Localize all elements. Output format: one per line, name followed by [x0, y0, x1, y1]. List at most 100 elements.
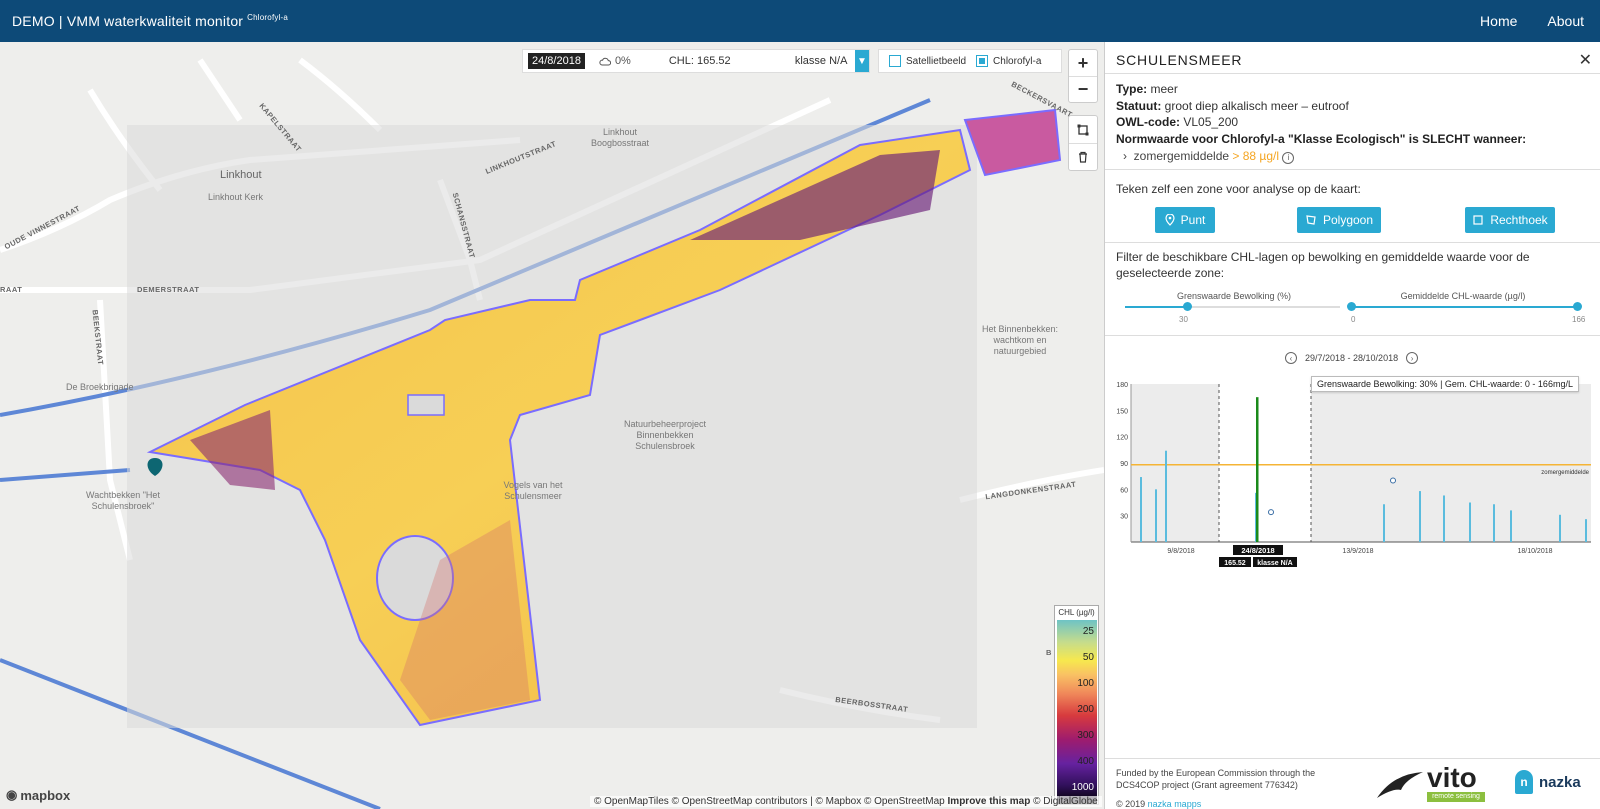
vito-logo[interactable]: vito remote sensing: [1375, 762, 1485, 804]
legend-tick: 200: [1077, 704, 1094, 715]
chart-bar: [1559, 514, 1561, 542]
selected-value-label: 165.52: [1224, 560, 1246, 567]
y-tick-label: 120: [1116, 435, 1128, 442]
copyright-text: © 2019: [1116, 799, 1146, 809]
divider: [1105, 73, 1600, 74]
nazka-mapps-link[interactable]: nazka mapps: [1148, 799, 1202, 809]
slider-chl-min: 0: [1351, 315, 1356, 324]
slider-cloud[interactable]: [1125, 302, 1340, 311]
zoom-control: + −: [1068, 49, 1098, 103]
norm-item[interactable]: › zomergemiddelde > 88 µg/l i: [1123, 149, 1295, 164]
chl-value: CHL: 165.52: [668, 55, 731, 67]
statuut-row: Statuut: groot diep alkalisch meer – eut…: [1116, 99, 1349, 113]
chart-point: [1268, 509, 1274, 516]
draw-rectangle-panel-button[interactable]: Rechthoek: [1465, 207, 1555, 233]
layer-info-bar[interactable]: 24/8/2018 0% CHL: 165.52 klasse N/A ▼: [522, 49, 870, 73]
norm-item-value: > 88 µg/l: [1232, 149, 1280, 163]
nav-home[interactable]: Home: [1480, 13, 1517, 29]
nav-about[interactable]: About: [1547, 13, 1584, 29]
zoom-in-button[interactable]: +: [1069, 50, 1097, 76]
slider-chl-min-handle[interactable]: [1347, 302, 1356, 311]
mapbox-icon: ◉: [6, 787, 18, 802]
chart-bar: [1469, 502, 1471, 542]
norm-title: Normwaarde voor Chlorofyl-a "Klasse Ecol…: [1116, 132, 1527, 146]
mapbox-text: mapbox: [20, 787, 71, 803]
chart-bar: [1155, 489, 1157, 542]
toggle-chlorofyl-label: Chlorofyl-a: [993, 55, 1042, 67]
draw-polygon-label: Polygoon: [1322, 213, 1374, 227]
map-canvas[interactable]: Linkhout Linkhout Kerk Linkhout Boogboss…: [0, 42, 1104, 809]
label-b: B: [1046, 648, 1052, 657]
vito-text: vito: [1427, 762, 1477, 793]
copyright: © 2019 nazka mapps: [1116, 799, 1201, 809]
label-linkhout: Linkhout: [220, 169, 262, 181]
selected-bar: [1256, 397, 1259, 542]
main-nav: Home About: [1480, 0, 1600, 42]
improve-map-link[interactable]: Improve this map: [948, 796, 1031, 807]
legend-tick: 50: [1082, 652, 1094, 663]
y-tick-label: 60: [1120, 487, 1128, 494]
delete-button[interactable]: [1069, 143, 1097, 170]
draw-point-button[interactable]: Punt: [1155, 207, 1215, 233]
chart-bar: [1493, 504, 1495, 542]
divider: [1105, 242, 1600, 243]
label-raat: RAAT: [0, 285, 23, 294]
legend-tick: 100: [1077, 678, 1094, 689]
chart-bar: [1510, 510, 1512, 542]
norm-item-label: zomergemiddelde: [1133, 149, 1230, 163]
chevron-left-icon[interactable]: ‹: [1285, 352, 1297, 364]
draw-polygon-button[interactable]: Polygoon: [1297, 207, 1381, 233]
label-binnenbekken: Het Binnenbekken: wachtkom en natuurgebi…: [981, 324, 1059, 356]
filter-text: Filter de beschikbare CHL-lagen op bewol…: [1116, 250, 1530, 280]
checkbox-satellietbeeld[interactable]: [889, 55, 901, 67]
app-title-text: DEMO | VMM waterkwaliteit monitor: [12, 13, 244, 29]
cloud-value: 0%: [614, 55, 631, 67]
attribution-rest: © DigitalGlobe: [1033, 796, 1098, 807]
chart-bar: [1585, 519, 1587, 542]
draw-square-icon: [1077, 124, 1089, 135]
close-icon[interactable]: ✕: [1579, 50, 1592, 70]
zoom-out-button[interactable]: −: [1069, 76, 1097, 102]
info-icon[interactable]: i: [1282, 151, 1295, 164]
toggle-chlorofyl[interactable]: Chlorofyl-a: [976, 55, 1041, 67]
draw-rectangle-label: Rechthoek: [1490, 213, 1548, 227]
y-tick-label: 180: [1116, 382, 1128, 389]
chevron-down-icon[interactable]: ▼: [855, 50, 869, 72]
polygon-icon: [1306, 215, 1316, 225]
date-range-text: 29/7/2018 - 28/10/2018: [1305, 353, 1399, 363]
y-tick-label: 90: [1120, 461, 1128, 468]
toggle-satellietbeeld[interactable]: Satellietbeeld: [889, 55, 966, 67]
chevron-right-icon[interactable]: ›: [1406, 352, 1419, 364]
cloud-icon: [599, 57, 611, 65]
map-pin-icon: [1165, 214, 1175, 226]
chart-bar: [1383, 504, 1385, 542]
slider-chl[interactable]: [1347, 302, 1582, 311]
chart-shade-right: [1311, 384, 1591, 542]
slider-cloud-handle[interactable]: [1183, 302, 1192, 311]
checkbox-chlorofyl[interactable]: [976, 55, 989, 67]
draw-rectangle-button[interactable]: [1069, 116, 1097, 143]
chart-bar: [1140, 477, 1142, 542]
divider: [1105, 758, 1600, 759]
label-linkhout-boog: Linkhout Boogbosstraat: [590, 127, 650, 148]
x-tick-label: 9/8/2018: [1167, 548, 1194, 555]
slider-cloud-fill: [1125, 306, 1188, 308]
legend-tick: 1000: [1071, 782, 1094, 793]
type-row: Type: meer: [1116, 82, 1178, 96]
y-tick-label: 150: [1116, 408, 1128, 415]
label-vogels: Vogels van het Schulensmeer: [503, 480, 563, 501]
panel-title: SCHULENSMEER: [1116, 52, 1243, 68]
slider-chl-max-handle[interactable]: [1573, 302, 1582, 311]
vito-subtext: remote sensing: [1427, 792, 1485, 802]
type-value: meer: [1150, 82, 1178, 96]
owl-row: OWL-code: VL05_200: [1116, 115, 1238, 129]
chl-timeseries-chart[interactable]: 180 150 120 90 60 30 zomergemiddelde 9/8/2018 13…: [1113, 372, 1593, 572]
trash-icon: [1079, 151, 1087, 163]
type-label: Type:: [1116, 82, 1148, 96]
selected-date[interactable]: 24/8/2018: [528, 53, 585, 69]
mapbox-logo[interactable]: ◉ mapbox: [6, 787, 70, 803]
nazka-logo[interactable]: n nazka: [1515, 770, 1581, 794]
toggle-satellietbeeld-label: Satellietbeeld: [906, 55, 967, 67]
owl-label: OWL-code:: [1116, 115, 1180, 129]
selected-date-label: 24/8/2018: [1241, 546, 1274, 555]
